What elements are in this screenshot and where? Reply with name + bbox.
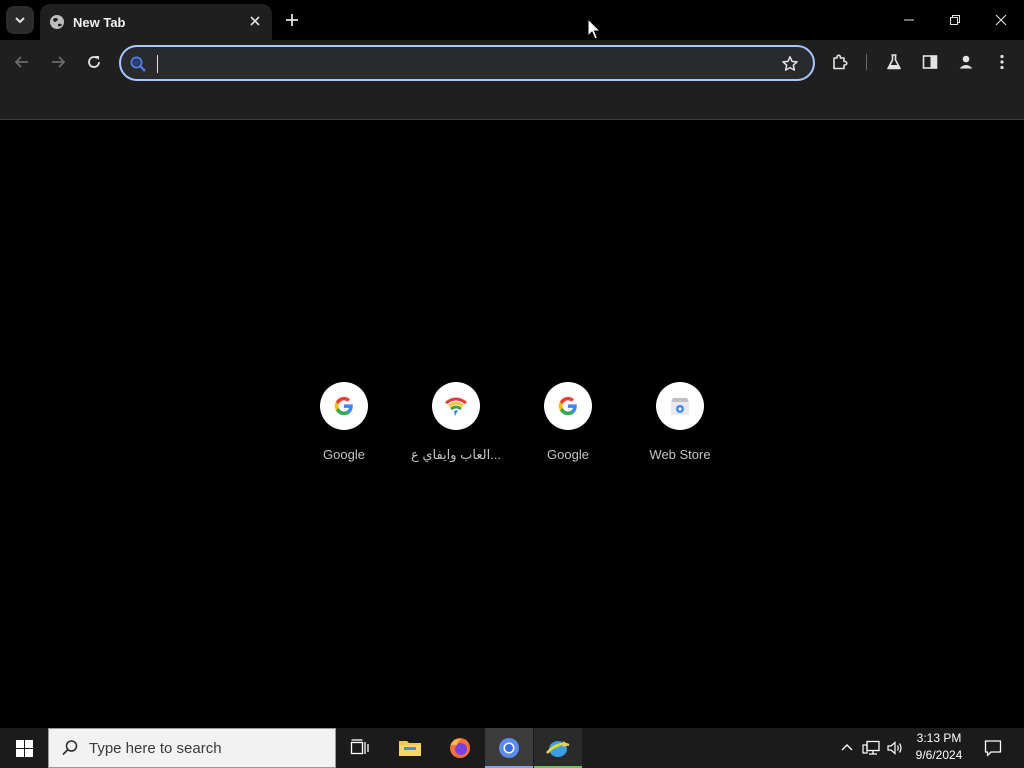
back-button[interactable] xyxy=(8,48,36,76)
restore-button[interactable] xyxy=(932,0,978,40)
task-view-icon xyxy=(350,739,369,755)
shortcut-label: العاب وايفاي ع... xyxy=(410,447,502,462)
close-icon xyxy=(995,14,1007,26)
shortcut-label: Google xyxy=(323,447,365,462)
volume-button[interactable] xyxy=(884,736,906,760)
network-globe-icon xyxy=(546,741,570,757)
person-icon xyxy=(959,55,973,69)
chevron-down-icon xyxy=(15,17,25,24)
profile-button[interactable] xyxy=(952,48,980,76)
shortcut-tile[interactable]: العاب وايفاي ع... xyxy=(400,375,512,471)
chrome-icon xyxy=(499,738,519,758)
bookmarks-bar xyxy=(0,84,1024,120)
text-caret xyxy=(157,55,158,73)
network-app-button[interactable] xyxy=(534,728,582,768)
menu-button[interactable] xyxy=(988,48,1016,76)
network-wired-icon xyxy=(862,740,880,755)
toolbar-divider xyxy=(866,54,867,70)
task-view-button[interactable] xyxy=(336,728,384,768)
minimize-button[interactable] xyxy=(886,0,932,40)
clock-time: 3:13 PM xyxy=(916,731,962,745)
browser-toolbar xyxy=(0,40,1024,84)
close-icon xyxy=(250,16,260,26)
windows-taskbar: Type here to search 3:13 PM 9/6/2024 xyxy=(0,728,1024,768)
close-window-button[interactable] xyxy=(978,0,1024,40)
reload-icon xyxy=(88,56,100,68)
flask-icon xyxy=(887,54,901,70)
star-outline-icon xyxy=(782,56,798,71)
google-g-icon xyxy=(544,382,592,430)
taskbar-search-placeholder: Type here to search xyxy=(89,739,222,757)
shortcut-label: Google xyxy=(547,447,589,462)
chevron-up-icon xyxy=(841,744,853,751)
shortcut-tile[interactable]: Google xyxy=(512,375,624,471)
shortcut-tile[interactable]: Google xyxy=(288,375,400,471)
google-g-icon xyxy=(320,382,368,430)
restore-icon xyxy=(950,15,960,25)
tab-title: New Tab xyxy=(73,14,126,30)
search-icon xyxy=(127,53,149,75)
action-center-button[interactable] xyxy=(978,728,1008,768)
arabic-site-icon xyxy=(432,382,480,430)
notification-icon xyxy=(984,740,1002,757)
extensions-button[interactable] xyxy=(826,48,854,76)
chrome-button[interactable] xyxy=(485,728,533,768)
bookmark-star-button[interactable] xyxy=(779,53,801,75)
reload-button[interactable] xyxy=(80,48,108,76)
globe-icon xyxy=(50,15,64,29)
web-store-icon xyxy=(656,382,704,430)
side-panel-button[interactable] xyxy=(916,48,944,76)
labs-button[interactable] xyxy=(880,48,908,76)
puzzle-icon xyxy=(833,54,848,70)
shortcut-tile[interactable]: Web Store xyxy=(624,375,736,471)
speaker-icon xyxy=(887,741,902,755)
address-input[interactable] xyxy=(157,52,777,74)
address-bar[interactable] xyxy=(119,45,815,81)
windows-logo-icon xyxy=(15,739,33,757)
search-icon xyxy=(62,740,78,756)
tab-search-button[interactable] xyxy=(6,6,34,34)
file-explorer-button[interactable] xyxy=(386,728,434,768)
taskbar-clock[interactable]: 3:13 PM 9/6/2024 xyxy=(906,730,972,766)
tab-strip: New Tab xyxy=(0,0,1024,40)
minimize-icon xyxy=(904,19,914,21)
arrow-left-icon xyxy=(14,56,28,68)
plus-icon xyxy=(286,14,298,26)
shortcut-label: Web Store xyxy=(649,447,711,462)
network-status-button[interactable] xyxy=(860,736,882,760)
kebab-menu-icon xyxy=(1000,54,1004,70)
new-tab-button[interactable] xyxy=(280,8,304,32)
clock-date: 9/6/2024 xyxy=(915,748,963,762)
taskbar-search-box[interactable]: Type here to search xyxy=(48,728,336,768)
tab-new-tab[interactable]: New Tab xyxy=(40,4,272,40)
mouse-pointer-icon xyxy=(587,18,601,40)
arrow-right-icon xyxy=(52,56,66,68)
folder-icon xyxy=(399,741,421,756)
tab-close-button[interactable] xyxy=(246,12,264,30)
firefox-icon xyxy=(450,738,470,758)
show-hidden-icons-button[interactable] xyxy=(836,736,858,760)
forward-button[interactable] xyxy=(44,48,72,76)
firefox-button[interactable] xyxy=(436,728,484,768)
start-button[interactable] xyxy=(0,728,48,768)
new-tab-page: Google العاب وايفاي ع... Google Web Stor… xyxy=(0,121,1024,728)
side-panel-icon xyxy=(922,55,938,69)
